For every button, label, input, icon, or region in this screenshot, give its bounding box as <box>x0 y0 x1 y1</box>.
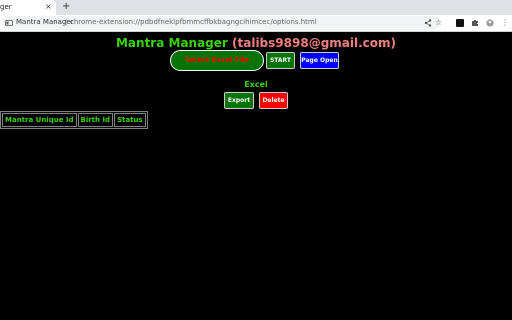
user-email: (talibs9898@gmail.com) <box>232 36 397 50</box>
options-page: Mantra Manager (talibs9898@gmail.com) Se… <box>0 32 512 320</box>
url-text[interactable]: chrome-extension://pdbdfneklpfbmmcffbkba… <box>70 18 317 26</box>
tab-strip: ger × + <box>0 0 512 15</box>
app-name: Mantra Manager <box>115 36 228 50</box>
column-header-birth-id: Birth Id <box>77 113 114 127</box>
address-bar[interactable]: Mantra Manager | chrome-extension://pdbd… <box>2 16 440 30</box>
page-open-button[interactable]: Page Open <box>300 52 339 69</box>
url-separator: | <box>65 18 68 26</box>
column-header-mantra-unique-id: Mantra Unique Id <box>2 113 77 127</box>
tab-title: ger <box>0 3 12 11</box>
sidebar-icon[interactable] <box>456 19 464 27</box>
mantra-table: Mantra Unique Id Birth Id Status <box>0 111 148 129</box>
bookmark-star-icon[interactable]: ☆ <box>435 17 442 29</box>
close-icon[interactable]: × <box>45 2 52 11</box>
share-icon[interactable] <box>424 19 432 27</box>
excel-section-label: Excel <box>244 80 268 89</box>
select-excel-file-button[interactable]: Select Excel File <box>170 50 264 71</box>
extension-site-icon <box>5 20 13 26</box>
browser-tab[interactable]: ger × <box>0 0 56 15</box>
browser-toolbar: Mantra Manager | chrome-extension://pdbd… <box>0 15 512 32</box>
more-menu-icon[interactable]: ⋮ <box>501 17 509 29</box>
page-title: Mantra Manager (talibs9898@gmail.com) <box>0 36 512 50</box>
delete-button[interactable]: Delete <box>259 92 288 109</box>
start-button[interactable]: START <box>266 52 295 69</box>
new-tab-icon[interactable]: + <box>62 1 70 12</box>
profile-icon[interactable] <box>486 19 494 27</box>
export-button[interactable]: Export <box>224 92 254 109</box>
extensions-puzzle-icon[interactable] <box>471 19 479 27</box>
table-header-row: Mantra Unique Id Birth Id Status <box>2 113 146 127</box>
column-header-status: Status <box>114 113 146 127</box>
